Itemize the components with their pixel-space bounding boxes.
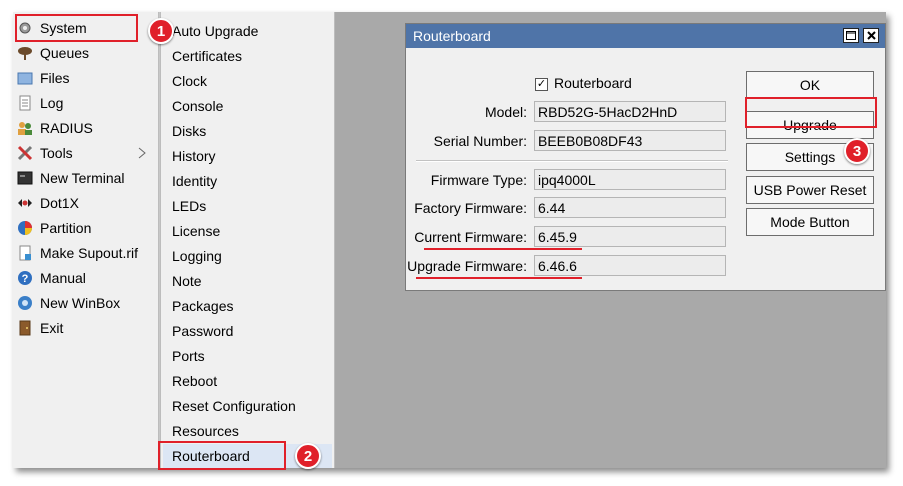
close-icon <box>866 31 876 40</box>
submenu-item-disks[interactable]: Disks <box>163 119 332 143</box>
submenu-item-history[interactable]: History <box>163 144 332 168</box>
log-icon <box>19 95 31 111</box>
factory-firmware-field[interactable]: 6.44 <box>534 197 726 218</box>
submenu-item-note[interactable]: Note <box>163 269 332 293</box>
menu-item-tools[interactable]: Tools <box>16 141 156 165</box>
firmware-type-field[interactable]: ipq4000L <box>534 169 726 190</box>
submenu-item-resources[interactable]: Resources <box>163 419 332 443</box>
menu-item-queues[interactable]: Queues <box>16 41 156 65</box>
main-menu: System Queues Files Log RADIUS Tools New… <box>13 12 159 468</box>
submenu-item-identity[interactable]: Identity <box>163 169 332 193</box>
document-icon <box>19 245 31 261</box>
model-label: Model: <box>484 103 527 120</box>
submenu-item-packages[interactable]: Packages <box>163 294 332 318</box>
menu-item-exit[interactable]: Exit <box>16 316 156 340</box>
system-submenu: Auto Upgrade Certificates Clock Console … <box>160 12 335 468</box>
submenu-item-clock[interactable]: Clock <box>163 69 332 93</box>
usb-power-reset-button[interactable]: USB Power Reset <box>746 176 874 204</box>
submenu-item-password[interactable]: Password <box>163 319 332 343</box>
menu-item-log[interactable]: Log <box>16 91 156 115</box>
svg-text:?: ? <box>22 273 29 285</box>
mode-button-button[interactable]: Mode Button <box>746 208 874 236</box>
tools-icon <box>17 145 33 161</box>
current-firmware-label: Current Firmware: <box>414 228 527 245</box>
current-firmware-field[interactable]: 6.45.9 <box>534 226 726 247</box>
upgrade-firmware-underline <box>416 277 582 279</box>
separator <box>416 160 728 162</box>
help-icon: ? <box>18 271 32 285</box>
model-field[interactable]: RBD52G-5HacD2HnD <box>534 101 726 122</box>
step-badge-1: 1 <box>148 18 174 44</box>
pie-chart-icon <box>18 221 32 235</box>
maximize-icon <box>846 31 856 40</box>
winbox-icon <box>18 296 32 310</box>
step-badge-3: 3 <box>844 138 870 164</box>
submenu-item-ports[interactable]: Ports <box>163 344 332 368</box>
dot1x-icon <box>18 199 32 207</box>
menu-item-partition[interactable]: Partition <box>16 216 156 240</box>
menu-item-make-supout[interactable]: Make Supout.rif <box>16 241 156 265</box>
maximize-button[interactable] <box>843 28 859 43</box>
serial-number-label: Serial Number: <box>433 132 527 149</box>
gear-icon <box>19 22 31 34</box>
winbox-window: System Queues Files Log RADIUS Tools New… <box>13 12 886 468</box>
submenu-item-auto-upgrade[interactable]: Auto Upgrade <box>163 19 332 43</box>
step-badge-2: 2 <box>295 443 321 469</box>
submenu-item-logging[interactable]: Logging <box>163 244 332 268</box>
menu-item-new-terminal[interactable]: New Terminal <box>16 166 156 190</box>
exit-icon <box>19 320 31 336</box>
upgrade-firmware-field[interactable]: 6.46.6 <box>534 255 726 276</box>
menu-item-dot1x[interactable]: Dot1X <box>16 191 156 215</box>
menu-item-radius[interactable]: RADIUS <box>16 116 156 140</box>
dialog-titlebar[interactable]: Routerboard <box>406 24 885 48</box>
queues-icon <box>18 47 32 60</box>
ok-button[interactable]: OK <box>746 71 874 99</box>
routerboard-checkbox[interactable]: ✓ <box>535 78 548 91</box>
menu-item-manual[interactable]: ? Manual <box>16 266 156 290</box>
menu-item-new-winbox[interactable]: New WinBox <box>16 291 156 315</box>
submenu-item-license[interactable]: License <box>163 219 332 243</box>
submenu-item-leds[interactable]: LEDs <box>163 194 332 218</box>
submenu-item-console[interactable]: Console <box>163 94 332 118</box>
serial-number-field[interactable]: BEEB0B08DF43 <box>534 130 726 151</box>
upgrade-firmware-label: Upgrade Firmware: <box>407 257 527 274</box>
routerboard-checkbox-label: Routerboard <box>554 75 632 91</box>
submenu-item-reboot[interactable]: Reboot <box>163 369 332 393</box>
menu-item-system[interactable]: System <box>16 16 156 40</box>
folder-icon <box>17 72 33 85</box>
users-icon <box>18 122 32 135</box>
menu-item-files[interactable]: Files <box>16 66 156 90</box>
routerboard-dialog: Routerboard ✓ Routerboard Model: RBD52G-… <box>405 23 886 291</box>
terminal-icon <box>17 171 33 185</box>
factory-firmware-label: Factory Firmware: <box>414 199 527 216</box>
current-firmware-underline <box>424 248 582 250</box>
firmware-type-label: Firmware Type: <box>430 171 527 188</box>
close-button[interactable] <box>863 28 879 43</box>
submenu-item-certificates[interactable]: Certificates <box>163 44 332 68</box>
submenu-item-reset-configuration[interactable]: Reset Configuration <box>163 394 332 418</box>
chevron-right-icon <box>138 147 146 159</box>
upgrade-button[interactable]: Upgrade <box>746 111 874 139</box>
dialog-title: Routerboard <box>413 28 491 44</box>
